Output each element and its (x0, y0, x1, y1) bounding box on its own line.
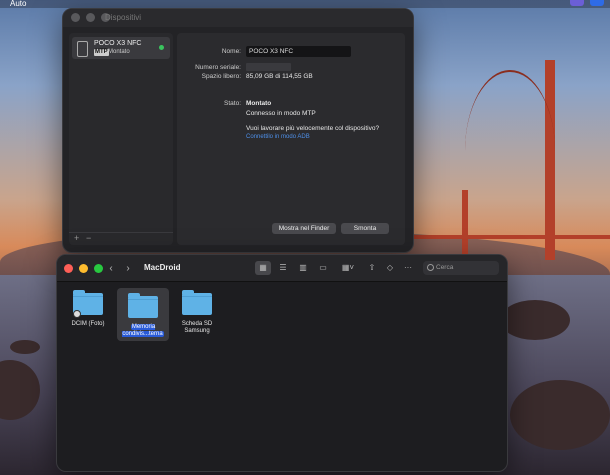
window-title: MacDroid (144, 263, 181, 272)
back-icon[interactable]: ‹ (104, 262, 118, 275)
search-placeholder: Cerca (436, 264, 454, 271)
wallpaper-rock (10, 340, 40, 354)
tag-icon[interactable]: ◇ (382, 261, 398, 275)
folder-icon (73, 290, 103, 318)
add-device-button[interactable]: + (74, 233, 79, 243)
serial-label: Numero seriale: (195, 64, 241, 71)
menu-extra-icon[interactable] (590, 0, 604, 6)
unmount-button[interactable]: Smonta (341, 223, 389, 234)
bridge-cable (465, 70, 555, 232)
remove-device-button[interactable]: − (86, 233, 91, 243)
folder-item[interactable]: Scheda SD Samsung (171, 290, 223, 335)
finder-window: ‹ › MacDroid ▦ ☰ ▥ ▭ ▦˅ ⇧ ◇ ··· Cerca DC… (56, 254, 508, 472)
zoom-button[interactable] (94, 264, 103, 273)
forward-icon[interactable]: › (121, 262, 135, 275)
folder-label: Memoria condivis...terna (122, 324, 164, 337)
name-label: Nome: (221, 48, 241, 55)
search-icon (427, 264, 434, 271)
folder-item-selected[interactable]: Memoria condivis...terna (117, 288, 169, 341)
devices-window: Dispositivi POCO X3 NFC MTP Montato + − … (62, 8, 414, 253)
window-title: Dispositivi (105, 13, 142, 22)
folder-label: Scheda SD Samsung (181, 321, 213, 334)
icon-view-icon[interactable]: ▦ (255, 261, 271, 275)
search-field[interactable]: Cerca (423, 261, 499, 275)
connection-mode: Connesso in modo MTP (246, 110, 316, 117)
mtp-badge: MTP (94, 49, 109, 56)
state-value: Montato (246, 100, 272, 107)
gallery-view-icon[interactable]: ▭ (315, 261, 331, 275)
more-icon[interactable]: ··· (400, 261, 416, 275)
wallpaper-rock (510, 380, 610, 450)
device-name: POCO X3 NFC (94, 40, 142, 47)
device-name-field[interactable]: POCO X3 NFC (246, 46, 351, 57)
device-status: Montato (108, 49, 130, 55)
serial-value-redacted (246, 63, 291, 71)
free-space-label: Spazio libero: (201, 73, 241, 80)
device-sidebar: POCO X3 NFC MTP Montato + − (69, 33, 173, 245)
close-button[interactable] (64, 264, 73, 273)
device-detail-panel: Nome: POCO X3 NFC Numero seriale: Spazio… (177, 33, 405, 245)
alias-badge-icon (73, 310, 81, 318)
bridge-deck (412, 235, 610, 239)
menu-bar: Auto (0, 0, 610, 8)
speed-question: Vuoi lavorare più velocemente col dispos… (246, 125, 380, 132)
free-space-value: 85,09 GB di 114,55 GB (246, 73, 313, 80)
sidebar-footer: + − (69, 232, 173, 245)
folder-item[interactable]: DCIM (Foto) (62, 290, 114, 328)
adb-link[interactable]: Connettilo in modo ADB (246, 134, 310, 140)
close-button[interactable] (71, 13, 80, 22)
folder-label: DCIM (Foto) (71, 321, 105, 327)
menu-extra-icon[interactable] (570, 0, 584, 6)
window-titlebar[interactable]: Dispositivi (63, 9, 413, 27)
group-menu-icon[interactable]: ▦˅ (338, 261, 358, 275)
share-icon[interactable]: ⇧ (364, 261, 380, 275)
phone-icon (77, 41, 88, 57)
finder-toolbar: ‹ › MacDroid ▦ ☰ ▥ ▭ ▦˅ ⇧ ◇ ··· Cerca (57, 255, 507, 282)
window-controls (64, 264, 103, 273)
device-list-item[interactable]: POCO X3 NFC MTP Montato (72, 37, 170, 59)
state-label: Stato: (224, 100, 241, 107)
list-view-icon[interactable]: ☰ (275, 261, 291, 275)
minimize-button[interactable] (86, 13, 95, 22)
folder-icon (128, 293, 158, 318)
minimize-button[interactable] (79, 264, 88, 273)
column-view-icon[interactable]: ▥ (295, 261, 311, 275)
wallpaper-rock (500, 300, 570, 340)
show-in-finder-button[interactable]: Mostra nel Finder (272, 223, 336, 234)
menu-extras (570, 0, 604, 6)
menu-app-name[interactable]: Auto (10, 0, 26, 8)
folder-icon (182, 290, 212, 315)
